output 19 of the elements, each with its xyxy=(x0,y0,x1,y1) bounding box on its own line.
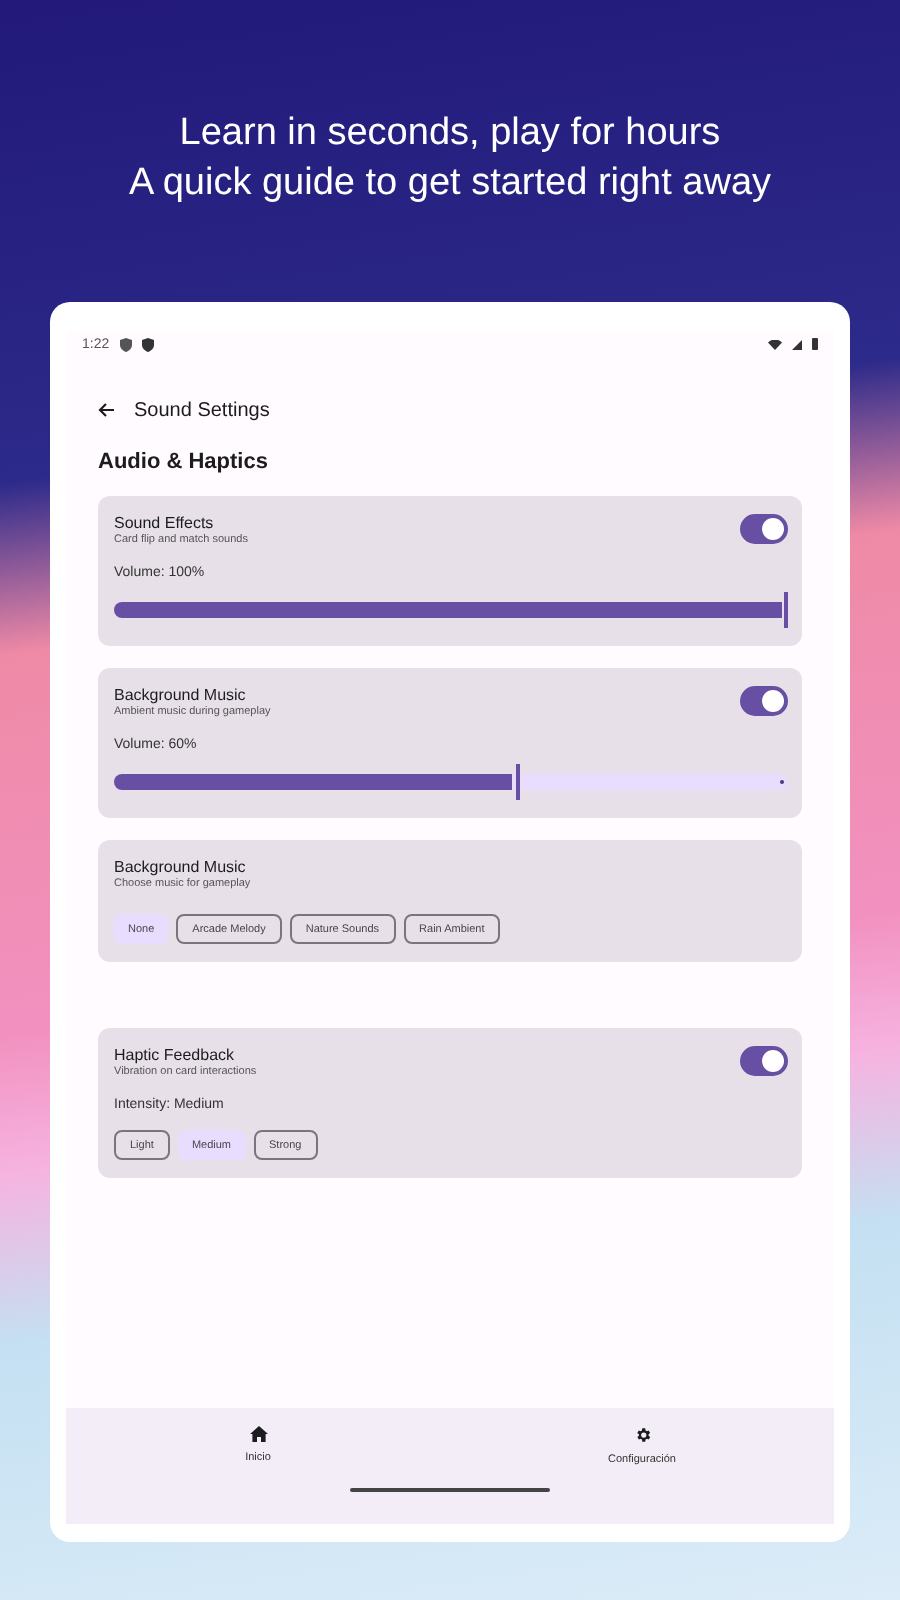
headline: Learn in seconds, play for hours xyxy=(179,112,721,156)
headline: A quick guide to get started right away xyxy=(128,162,772,206)
volume-slider[interactable] xyxy=(114,764,788,800)
toggle-switch[interactable] xyxy=(740,514,788,544)
card-title: Sound Effects xyxy=(114,514,216,532)
card-title: Background Music xyxy=(114,686,248,704)
back-arrow-icon[interactable] xyxy=(98,402,114,418)
screen-title: Sound Settings xyxy=(134,399,270,421)
home-icon xyxy=(249,1426,267,1442)
battery-icon xyxy=(812,338,818,350)
toggle-switch[interactable] xyxy=(740,686,788,716)
card-title: Haptic Feedback xyxy=(114,1046,237,1064)
settings-icon xyxy=(633,1426,651,1444)
wifi-icon xyxy=(768,339,782,349)
signal-icon xyxy=(792,339,802,349)
section-title: Audio & Haptics xyxy=(96,450,270,474)
toggle-switch[interactable] xyxy=(740,1046,788,1076)
card-title: Background Music xyxy=(114,858,248,876)
volume-slider[interactable] xyxy=(114,592,788,628)
